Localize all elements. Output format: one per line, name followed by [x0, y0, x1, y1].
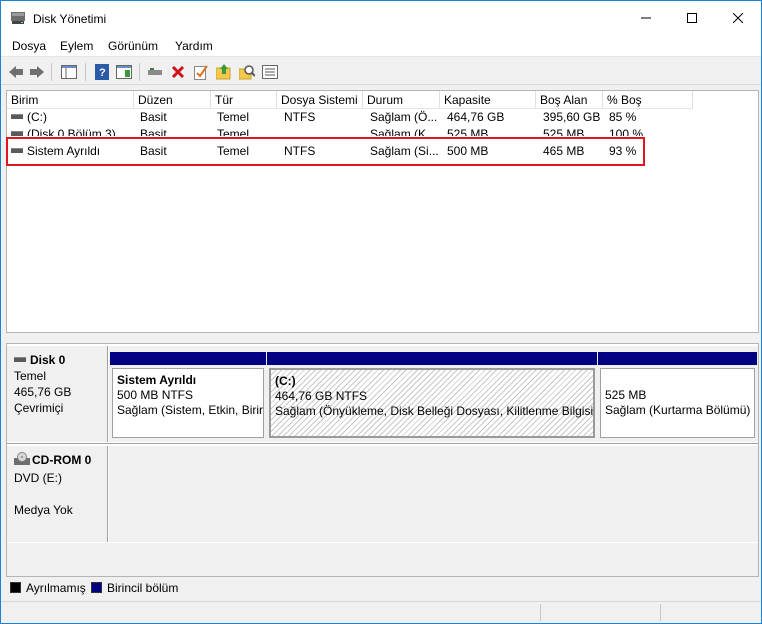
- cell-capacity: 525 MB: [447, 127, 489, 136]
- column-header-type[interactable]: Tür: [211, 91, 277, 109]
- cell-type: Temel: [217, 127, 250, 136]
- highlight-box: [6, 137, 645, 166]
- help-icon[interactable]: ?: [93, 63, 111, 81]
- disk-size: 465,76 GB: [14, 385, 72, 399]
- status-bar: [1, 601, 761, 623]
- cell-type: Temel: [217, 110, 250, 124]
- legend-primary-swatch: [91, 582, 102, 593]
- cell-free-space: 525 MB: [543, 127, 585, 136]
- primary-partition-bar: [267, 352, 597, 365]
- disk-name: CD-ROM 0: [32, 453, 92, 468]
- legend-primary-label: Birincil bölüm: [107, 581, 179, 595]
- cell-free-space: 395,60 GB: [543, 110, 601, 124]
- check-icon[interactable]: [192, 63, 210, 81]
- column-header-free-space[interactable]: Boş Alan: [536, 91, 603, 109]
- column-header-percent-free[interactable]: % Boş: [603, 91, 693, 109]
- cdrom-0-info[interactable]: CD-ROM 0 DVD (E:) Medya Yok: [7, 446, 108, 542]
- cell-file-system: [284, 126, 362, 136]
- hard-disk-icon: [14, 357, 26, 363]
- disk-name: Disk 0: [30, 353, 66, 367]
- partition-status: Sağlam (Kurtarma Bölümü): [605, 403, 751, 417]
- search-icon[interactable]: [238, 63, 256, 81]
- disk-type: Temel: [14, 369, 47, 383]
- forward-icon[interactable]: [28, 63, 46, 81]
- close-button[interactable]: [715, 1, 761, 35]
- settings-icon[interactable]: [261, 63, 279, 81]
- disk-type: DVD (E:): [14, 471, 62, 485]
- delete-icon[interactable]: [169, 63, 187, 81]
- disk-0-partitions: Sistem Ayrıldı 500 MB NTFS Sağlam (Siste…: [109, 346, 758, 442]
- legend-unallocated-label: Ayrılmamış: [26, 581, 86, 595]
- column-header-volume[interactable]: Birim: [7, 91, 134, 109]
- partition-size: 525 MB: [605, 388, 647, 402]
- partition-system-reserved[interactable]: Sistem Ayrıldı 500 MB NTFS Sağlam (Siste…: [110, 352, 266, 440]
- cell-status: Sağlam (Ö...: [370, 110, 438, 124]
- primary-partition-bar: [598, 352, 757, 365]
- toolbar: ?: [1, 58, 761, 85]
- partition-recovery[interactable]: 525 MB Sağlam (Kurtarma Bölümü): [598, 352, 757, 440]
- partition-status: Sağlam (Önyükleme, Disk Belleği Dosyası,…: [275, 404, 595, 418]
- drive-icon: [11, 131, 23, 136]
- menu-view[interactable]: Görünüm: [108, 39, 158, 53]
- partition-c[interactable]: (C:) 464,76 GB NTFS Sağlam (Önyükleme, D…: [267, 352, 597, 440]
- table-row[interactable]: (C:) Basit Temel NTFS Sağlam (Ö... 464,7…: [7, 109, 758, 126]
- table-row[interactable]: (Disk 0 Bölüm 3) Basit Temel Sağlam (K..…: [7, 126, 758, 136]
- partition-title: Sistem Ayrıldı: [117, 373, 197, 387]
- cd-rom-icon: [14, 452, 30, 470]
- cell-percent-free: 85 %: [609, 110, 637, 124]
- primary-partition-bar: [110, 352, 266, 365]
- partition-status: Sağlam (Sistem, Etkin, Birir: [117, 403, 264, 417]
- connect-icon[interactable]: [146, 63, 164, 81]
- import-icon[interactable]: [215, 63, 233, 81]
- cell-percent-free: 100 %: [609, 127, 644, 136]
- menu-bar: Dosya Eylem Görünüm Yardım: [1, 35, 761, 57]
- disk-state: Çevrimiçi: [14, 401, 64, 415]
- pane-splitter[interactable]: [1, 335, 761, 342]
- back-icon[interactable]: [7, 63, 25, 81]
- cell-layout: Basit: [140, 110, 167, 124]
- title-bar: Disk Yönetimi: [1, 1, 761, 35]
- cell-status: Sağlam (K...: [370, 127, 437, 136]
- partition-size: 500 MB NTFS: [117, 388, 194, 402]
- cdrom-0-area: [109, 446, 758, 542]
- partition-size: 464,76 GB NTFS: [275, 389, 368, 403]
- menu-help[interactable]: Yardım: [175, 39, 213, 53]
- menu-file[interactable]: Dosya: [12, 39, 46, 53]
- console-tree-icon[interactable]: [60, 63, 78, 81]
- column-header-layout[interactable]: Düzen: [134, 91, 211, 109]
- cell-capacity: 464,76 GB: [447, 110, 505, 124]
- disk-size: [14, 486, 107, 502]
- legend-unallocated-swatch: [10, 582, 21, 593]
- cell-layout: Basit: [140, 127, 167, 136]
- column-header-capacity[interactable]: Kapasite: [440, 91, 536, 109]
- cell-volume: (Disk 0 Bölüm 3): [27, 127, 116, 136]
- disk-management-window: Disk Yönetimi Dosya Eylem Görünüm Yardım: [0, 0, 762, 624]
- drive-icon: [11, 114, 23, 120]
- minimize-button[interactable]: [623, 1, 669, 35]
- disk-0-info[interactable]: Disk 0 Temel 465,76 GB Çevrimiçi: [7, 346, 108, 442]
- column-header-file-system[interactable]: Dosya Sistemi: [277, 91, 363, 109]
- properties-icon[interactable]: [115, 63, 133, 81]
- window-title: Disk Yönetimi: [33, 12, 107, 26]
- disk-state: Medya Yok: [14, 503, 73, 517]
- maximize-button[interactable]: [669, 1, 715, 35]
- partition-title: (C:): [275, 374, 296, 388]
- svg-text:?: ?: [99, 67, 106, 79]
- disk-view: Disk 0 Temel 465,76 GB Çevrimiçi Sistem …: [6, 343, 759, 577]
- legend: Ayrılmamış Birincil bölüm: [1, 577, 761, 599]
- column-header-status[interactable]: Durum: [363, 91, 440, 109]
- volume-list: Birim Düzen Tür Dosya Sistemi Durum Kapa…: [6, 90, 759, 333]
- menu-action[interactable]: Eylem: [60, 39, 93, 53]
- cell-volume: (C:): [27, 110, 47, 124]
- disk-management-icon: [10, 11, 26, 25]
- cell-file-system: NTFS: [284, 110, 316, 124]
